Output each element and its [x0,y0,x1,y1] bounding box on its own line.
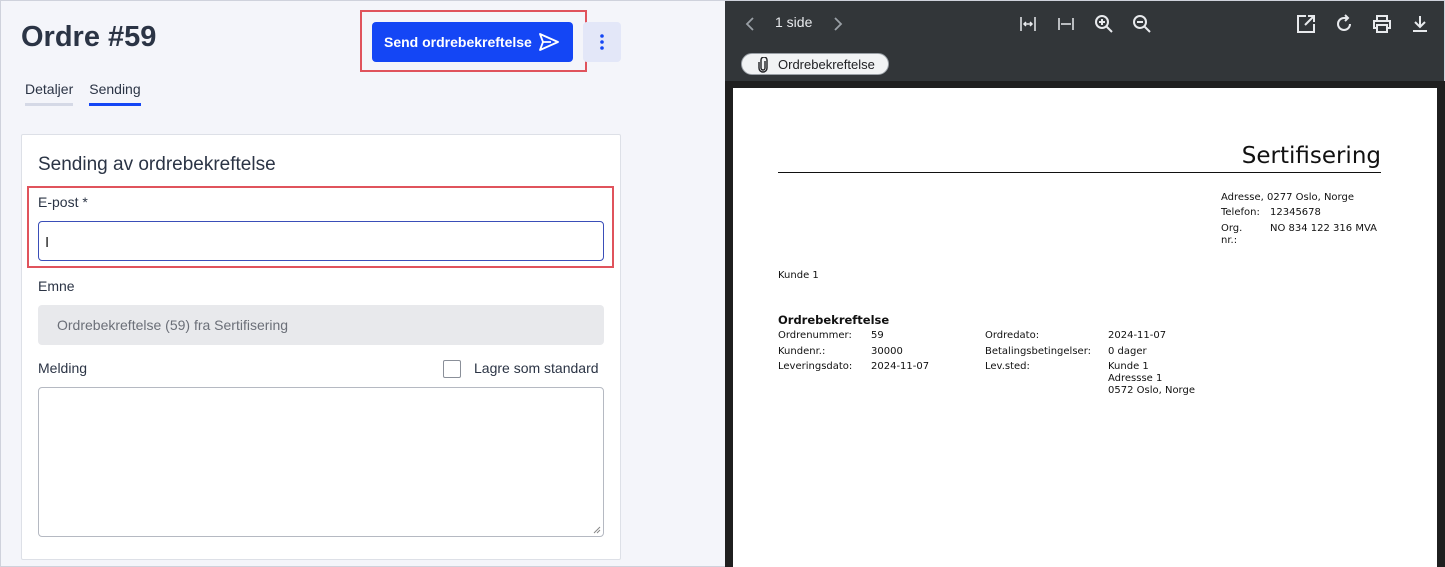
message-label: Melding [38,360,88,376]
pdf-org: NO 834 122 316 MVA [1270,223,1377,234]
email-field[interactable] [38,221,604,261]
previous-page-button[interactable] [739,13,761,35]
pdf-field-value: Kunde 1 [1108,361,1149,372]
resize-handle-icon[interactable] [593,526,601,534]
open-external-icon [1297,15,1315,33]
send-button-label: Send ordrebekreftelse [384,34,532,50]
print-button[interactable] [1371,13,1393,35]
kebab-vertical-icon [600,34,604,50]
fit-page-icon [1020,17,1036,31]
fit-page-button[interactable] [1017,13,1039,35]
print-icon [1373,15,1391,33]
pdf-field-label: Kundenr.: [778,346,826,357]
page-title: Ordre #59 [21,21,157,53]
send-icon [539,33,559,51]
save-default-checkbox[interactable] [443,360,461,378]
pdf-field-label: Leveringsdato: [778,361,853,372]
subject-label: Emne [38,278,75,294]
text-cursor-icon: I [45,234,50,251]
pdf-field-value: 2024-11-07 [1108,330,1167,341]
zoom-in-icon [1095,15,1113,33]
pdf-field-value: 59 [871,330,884,341]
paperclip-icon [758,57,768,73]
pdf-address-line: Adressse 1 [1108,373,1163,384]
message-textarea[interactable] [38,387,604,537]
open-external-button[interactable] [1295,13,1317,35]
pdf-address-line: 0572 Oslo, Norge [1108,385,1195,396]
tab-sending[interactable]: Sending [89,81,141,106]
zoom-out-icon [1133,15,1151,33]
email-label: E-post * [38,194,88,210]
pdf-company-name: Sertifisering [1241,143,1381,169]
sending-card: Sending av ordrebekreftelse E-post * I E… [21,134,621,560]
rotate-icon [1337,14,1351,31]
pdf-phone-label: Telefon: [1221,207,1260,218]
pdf-field-value: 30000 [871,346,903,357]
pdf-field-label: Lev.sted: [985,361,1030,372]
pdf-divider [778,172,1381,173]
download-icon [1413,16,1427,32]
rotate-button[interactable] [1333,13,1355,35]
order-panel: Ordre #59 Send ordrebekreftelse Detaljer… [0,0,725,567]
next-page-button[interactable] [827,13,849,35]
attachment-label: Ordrebekreftelse [778,56,875,72]
chevron-right-icon [834,17,843,31]
attachment-chip[interactable]: Ordrebekreftelse [741,53,889,75]
pdf-field-value: 2024-11-07 [871,361,930,372]
download-button[interactable] [1409,13,1431,35]
pdf-customer: Kunde 1 [778,270,819,281]
pdf-doc-title: Ordrebekreftelse [778,313,890,327]
pdf-field-value: 0 dager [1108,346,1147,357]
chevron-left-icon [745,17,754,31]
card-title: Sending av ordrebekreftelse [38,154,276,175]
pdf-page: Sertifisering Adresse, 0277 Oslo, Norge … [733,88,1437,567]
zoom-out-button[interactable] [1131,13,1153,35]
pdf-field-label: Ordrenummer: [778,330,852,341]
fit-width-icon [1058,18,1074,30]
pdf-toolbar: 1 side [725,1,1445,45]
pdf-viewer: 1 side Ordrebekreftelse Sertifisering Ad… [725,0,1445,567]
pdf-address: Adresse, 0277 Oslo, Norge [1221,192,1354,203]
tab-details[interactable]: Detaljer [25,81,74,106]
pdf-field-label: Ordredato: [985,330,1040,341]
pdf-field-label: Betalingsbetingelser: [985,346,1091,357]
tab-bar: Detaljer Sending [25,81,141,106]
page-count: 1 side [775,14,813,30]
subject-field[interactable]: Ordrebekreftelse (59) fra Sertifisering [38,305,604,345]
pdf-org-label: Org. nr.: [1221,223,1243,246]
save-default-label[interactable]: Lagre som standard [474,360,599,376]
fit-width-button[interactable] [1055,13,1077,35]
send-order-confirmation-button[interactable]: Send ordrebekreftelse [372,22,573,62]
pdf-phone: 12345678 [1270,207,1321,218]
zoom-in-button[interactable] [1093,13,1115,35]
more-options-button[interactable] [583,22,621,62]
